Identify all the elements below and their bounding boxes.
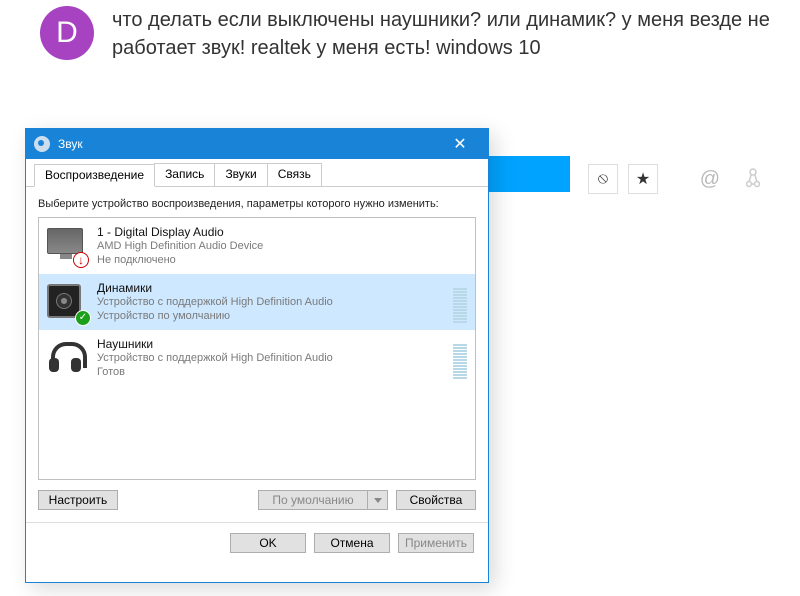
device-name: Наушники (97, 337, 447, 351)
cancel-button[interactable]: Отмена (314, 533, 390, 553)
window-title: Звук (58, 137, 440, 151)
background-button[interactable] (480, 156, 570, 192)
star-icon[interactable]: ★ (628, 164, 658, 194)
question-text: что делать если выключены наушники? или … (112, 6, 770, 62)
device-list[interactable]: ↓ 1 - Digital Display Audio AMD High Def… (38, 217, 476, 480)
at-icon[interactable]: @ (700, 168, 720, 196)
list-item[interactable]: ✓ Динамики Устройство с поддержкой High … (39, 274, 475, 330)
chevron-down-icon (374, 498, 382, 503)
tab-playback[interactable]: Воспроизведение (34, 164, 155, 187)
speaker-icon: ✓ (47, 282, 87, 322)
device-name: Динамики (97, 281, 447, 295)
device-desc: AMD High Definition Audio Device (97, 239, 467, 253)
sound-dialog: Звук ✕ Воспроизведение Запись Звуки Связ… (25, 128, 489, 583)
monitor-icon: ↓ (47, 226, 87, 266)
device-desc: Устройство с поддержкой High Definition … (97, 351, 447, 365)
device-desc: Устройство с поддержкой High Definition … (97, 295, 447, 309)
list-item[interactable]: ↓ 1 - Digital Display Audio AMD High Def… (39, 218, 475, 274)
device-status: Готов (97, 365, 447, 379)
sound-icon (34, 136, 50, 152)
tab-sounds[interactable]: Звуки (214, 163, 267, 186)
tab-communications[interactable]: Связь (267, 163, 322, 186)
device-status: Устройство по умолчанию (97, 309, 447, 323)
level-meter (453, 337, 467, 379)
tab-recording[interactable]: Запись (154, 163, 215, 186)
ok-button[interactable]: OK (230, 533, 306, 553)
titlebar[interactable]: Звук ✕ (26, 129, 488, 159)
level-meter (453, 281, 467, 323)
block-icon[interactable]: ⦸ (588, 164, 618, 194)
arrow-down-icon: ↓ (73, 252, 89, 268)
tabstrip: Воспроизведение Запись Звуки Связь (26, 163, 488, 187)
list-item[interactable]: Наушники Устройство с поддержкой High De… (39, 330, 475, 386)
headphones-icon (47, 338, 87, 378)
check-icon: ✓ (75, 310, 91, 326)
set-default-dropdown[interactable] (368, 490, 388, 510)
user-avatar[interactable]: D (40, 6, 94, 60)
device-name: 1 - Digital Display Audio (97, 225, 467, 239)
prompt-text: Выберите устройство воспроизведения, пар… (38, 197, 476, 211)
set-default-button[interactable]: По умолчанию (258, 490, 368, 510)
apply-button[interactable]: Применить (398, 533, 474, 553)
share-icon[interactable] (746, 168, 760, 196)
properties-button[interactable]: Свойства (396, 490, 476, 510)
configure-button[interactable]: Настроить (38, 490, 118, 510)
close-button[interactable]: ✕ (440, 129, 480, 159)
device-status: Не подключено (97, 253, 467, 267)
